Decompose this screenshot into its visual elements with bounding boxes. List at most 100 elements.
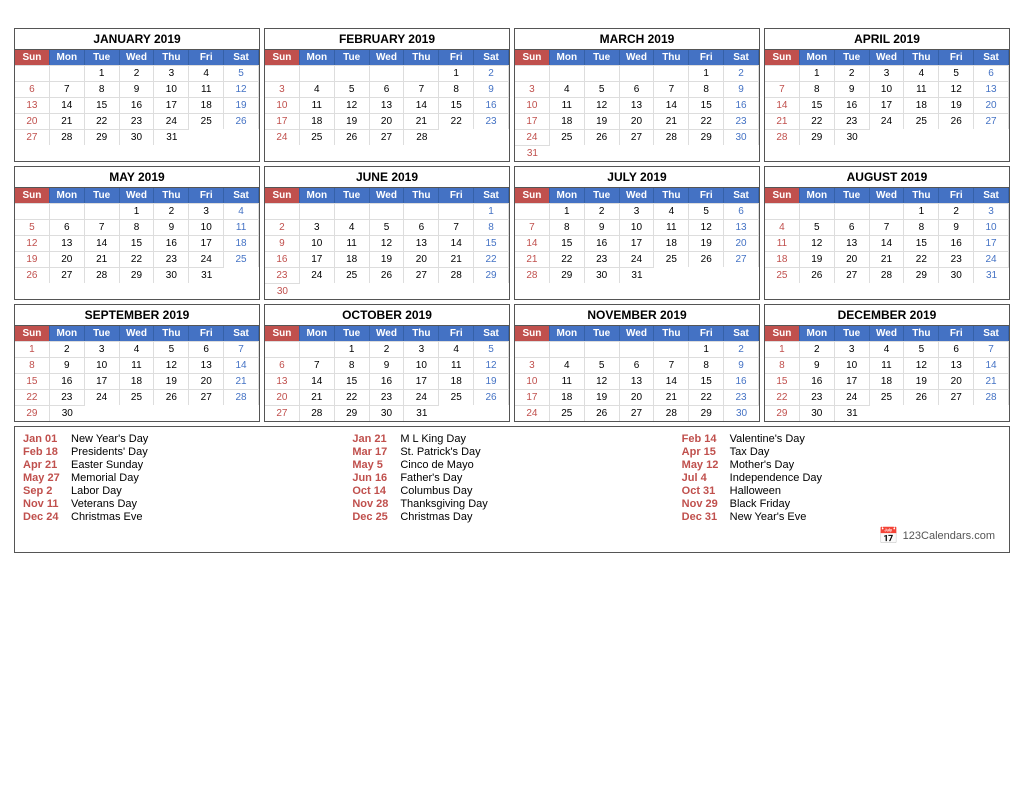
day-cell: 17 [189,235,224,251]
month-calendar-4: APRIL 2019SunMonTueWedThuFriSat123456789… [764,28,1010,162]
day-cell: 25 [904,113,939,129]
day-cell: 16 [724,373,759,389]
day-cell: 14 [654,97,689,113]
day-cell: 6 [620,357,655,373]
empty-cell [515,203,550,219]
day-header-wed: Wed [120,326,155,341]
day-cell: 23 [800,389,835,405]
day-cell: 20 [835,251,870,267]
day-cell: 22 [800,113,835,129]
day-cell: 31 [515,145,550,161]
day-cell: 2 [120,65,155,81]
day-cell: 15 [765,373,800,389]
day-cell: 16 [154,235,189,251]
day-cell: 23 [154,251,189,267]
day-cell: 11 [654,219,689,235]
holiday-row: Apr 21Easter Sunday [23,459,342,471]
watermark-text: 123Calendars.com [903,530,995,542]
day-cell: 4 [765,219,800,235]
holiday-row: Dec 31New Year's Eve [682,511,1001,523]
month-calendar-8: AUGUST 2019SunMonTueWedThuFriSat12345678… [764,166,1010,300]
day-header-fri: Fri [439,188,474,203]
empty-cell [870,203,905,219]
day-header-sun: Sun [265,188,300,203]
day-cell: 1 [474,203,509,219]
day-cell: 18 [300,113,335,129]
day-header-sun: Sun [515,188,550,203]
day-header-sun: Sun [765,188,800,203]
day-header-sun: Sun [15,326,50,341]
day-cell: 17 [515,113,550,129]
day-cell: 3 [154,65,189,81]
day-header-thu: Thu [404,188,439,203]
holiday-row: Sep 2Labor Day [23,485,342,497]
day-cell: 21 [515,251,550,267]
day-cell: 24 [404,389,439,405]
day-cell: 13 [620,97,655,113]
day-cell: 19 [335,113,370,129]
day-cell: 30 [724,405,759,421]
holiday-name: Columbus Day [400,485,472,497]
day-header-fri: Fri [189,326,224,341]
day-cell: 26 [474,389,509,405]
empty-cell [404,203,439,219]
day-cell: 3 [835,341,870,357]
day-cell: 25 [189,113,224,129]
holiday-name: Halloween [730,485,781,497]
day-cell: 10 [404,357,439,373]
day-cell: 1 [689,65,724,81]
calendars-grid: JANUARY 2019SunMonTueWedThuFriSat1234567… [10,28,1014,422]
day-header-sat: Sat [974,188,1009,203]
month-title: DECEMBER 2019 [765,305,1009,326]
day-cell: 6 [50,219,85,235]
day-cell: 13 [974,81,1009,97]
day-cell: 5 [689,203,724,219]
day-cell: 16 [800,373,835,389]
day-cell: 10 [189,219,224,235]
day-header-fri: Fri [439,326,474,341]
day-cell: 14 [224,357,259,373]
day-header-wed: Wed [370,50,405,65]
day-cell: 1 [85,65,120,81]
day-cell: 26 [904,389,939,405]
day-cell: 4 [189,65,224,81]
watermark-icon: 📅 [879,526,899,546]
day-header-mon: Mon [50,50,85,65]
empty-cell [265,203,300,219]
day-cell: 15 [550,235,585,251]
day-header-sat: Sat [724,50,759,65]
day-cell: 2 [370,341,405,357]
day-header-sat: Sat [224,188,259,203]
day-cell: 6 [189,341,224,357]
day-cell: 1 [335,341,370,357]
day-cell: 19 [585,389,620,405]
day-cell: 18 [224,235,259,251]
day-cell: 2 [800,341,835,357]
day-header-mon: Mon [800,326,835,341]
day-cell: 20 [939,373,974,389]
empty-cell [300,65,335,81]
day-header-sun: Sun [515,50,550,65]
day-cell: 3 [515,357,550,373]
day-cell: 27 [189,389,224,405]
holiday-date: Feb 14 [682,433,724,445]
day-cell: 18 [550,389,585,405]
day-header-mon: Mon [550,326,585,341]
day-cell: 11 [550,373,585,389]
day-cell: 8 [689,81,724,97]
day-cell: 9 [800,357,835,373]
holiday-row: Jun 16Father's Day [352,472,671,484]
day-cell: 29 [689,129,724,145]
day-cell: 17 [515,389,550,405]
day-cell: 30 [154,267,189,283]
day-cell: 20 [620,113,655,129]
day-cell: 25 [550,405,585,421]
day-cell: 13 [939,357,974,373]
day-cell: 23 [120,113,155,129]
day-cell: 31 [404,405,439,421]
empty-cell [265,341,300,357]
day-header-sun: Sun [765,50,800,65]
day-header-wed: Wed [870,188,905,203]
holiday-name: Valentine's Day [730,433,805,445]
day-cell: 14 [870,235,905,251]
